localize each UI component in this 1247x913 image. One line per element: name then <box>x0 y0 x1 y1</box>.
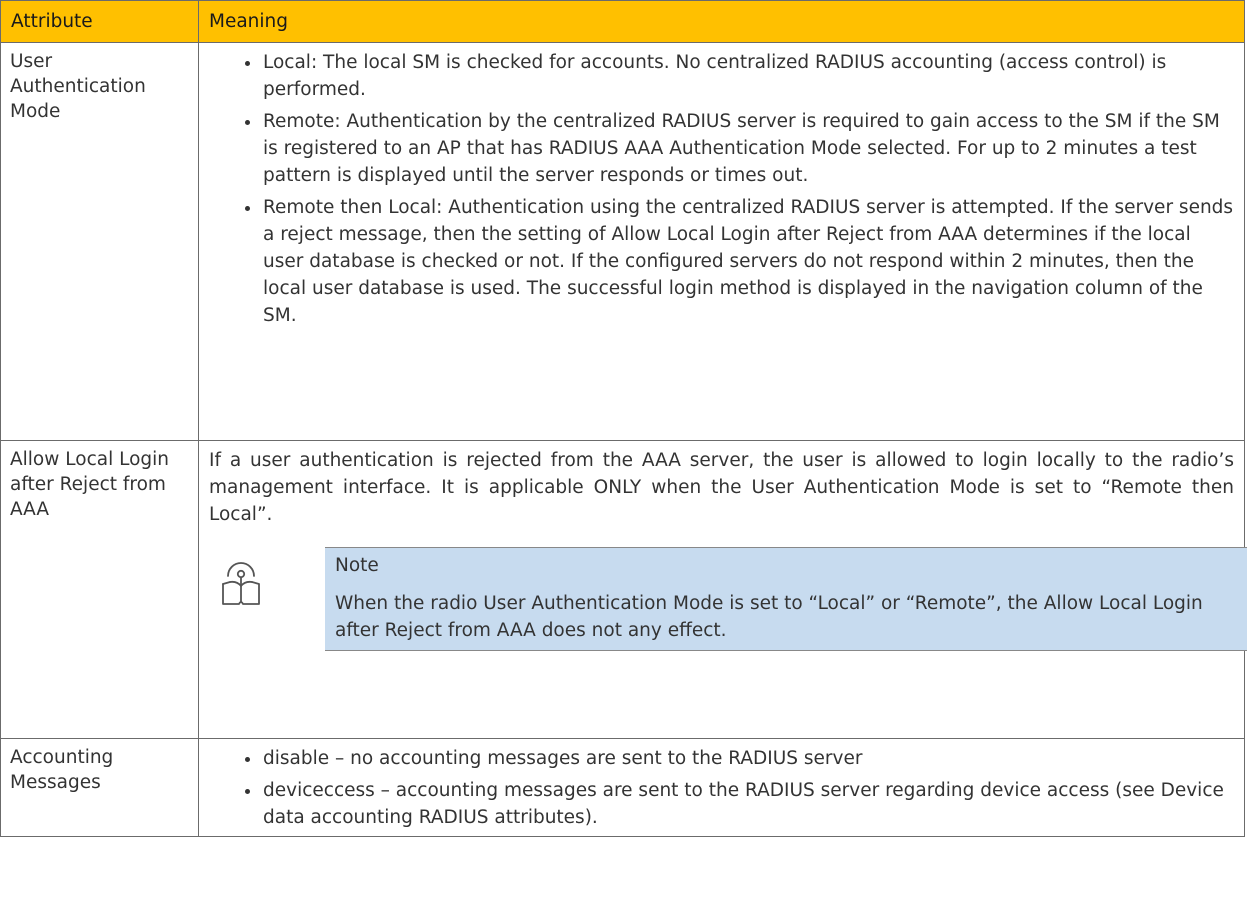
meaning-cell: If a user authentication is rejected fro… <box>198 440 1247 739</box>
table-row: Accounting Messages disable – no account… <box>0 738 1245 837</box>
note-title: Note <box>335 555 379 576</box>
note-box: Note When the radio User Authentication … <box>325 547 1247 651</box>
meaning-cell: Local: The local SM is checked for accou… <box>198 42 1245 441</box>
header-row: Attribute Meaning <box>0 0 1245 43</box>
bullet-list: disable – no accounting messages are sen… <box>209 745 1234 831</box>
list-item: Remote then Local: Authentication using … <box>245 194 1234 329</box>
note-text: When the radio User Authentication Mode … <box>335 593 1203 641</box>
list-item: Remote: Authentication by the centralize… <box>245 108 1234 189</box>
note-callout: Note When the radio User Authentication … <box>209 528 1247 738</box>
meaning-cell: disable – no accounting messages are sen… <box>198 738 1245 837</box>
header-attribute: Attribute <box>0 0 199 43</box>
attribute-table: Attribute Meaning User Authentication Mo… <box>0 0 1247 837</box>
list-item: Local: The local SM is checked for accou… <box>245 49 1234 103</box>
note-book-icon <box>221 556 261 606</box>
attribute-name: User Authentication Mode <box>0 42 199 441</box>
attribute-name: Accounting Messages <box>0 738 199 837</box>
bullet-list: Local: The local SM is checked for accou… <box>209 49 1234 329</box>
meaning-paragraph: If a user authentication is rejected fro… <box>209 450 1234 525</box>
table-row: User Authentication Mode Local: The loca… <box>0 42 1245 441</box>
attribute-name: Allow Local Login after Reject from AAA <box>0 440 199 739</box>
header-meaning: Meaning <box>198 0 1245 43</box>
list-item: deviceccess – accounting messages are se… <box>245 777 1234 831</box>
list-item: disable – no accounting messages are sen… <box>245 745 1234 772</box>
table-row: Allow Local Login after Reject from AAA … <box>0 440 1247 739</box>
